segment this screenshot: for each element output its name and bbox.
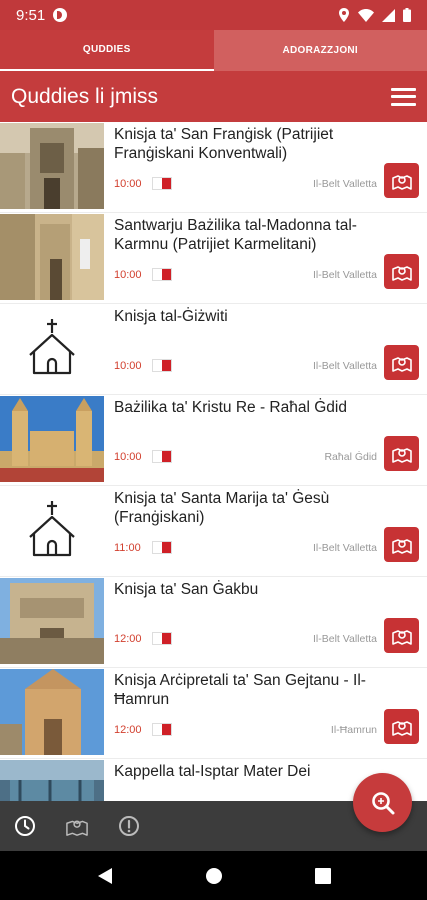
church-placeholder <box>0 487 104 573</box>
map-icon <box>391 174 412 190</box>
info-button[interactable] <box>118 815 140 837</box>
system-navigation-bar <box>0 851 427 900</box>
church-photo <box>0 669 104 755</box>
wifi-icon <box>358 8 374 22</box>
list-item[interactable]: Bażilika ta' Kristu Re - Raħal Ġdid 10:0… <box>0 395 427 485</box>
map-icon <box>391 356 412 372</box>
maltese-flag-icon <box>152 177 172 190</box>
map-icon <box>391 629 412 645</box>
home-icon[interactable] <box>205 867 223 885</box>
church-photo <box>0 214 104 300</box>
map-icon <box>391 538 412 554</box>
church-placeholder <box>0 305 104 391</box>
location-label: Il-Belt Valletta <box>313 269 377 281</box>
church-name: Knisja tal-Ġiżwiti <box>114 308 228 325</box>
location-label: Il-Belt Valletta <box>313 178 377 190</box>
tab-adorazzjoni[interactable]: ADORAZZJONI <box>213 30 427 71</box>
church-photo <box>0 396 104 482</box>
maltese-flag-icon <box>152 268 172 281</box>
church-name: Knisja ta' Santa Marija ta' Ġesù (Franġi… <box>114 490 330 526</box>
map-button[interactable] <box>384 163 419 198</box>
app-bar: Quddies li jmiss <box>0 71 427 122</box>
maltese-flag-icon <box>152 723 172 736</box>
map-view-button[interactable] <box>66 815 88 837</box>
church-name: Knisja ta' San Franġisk (Patrijiet Franġ… <box>114 126 334 162</box>
back-icon[interactable] <box>97 867 113 885</box>
map-button[interactable] <box>384 709 419 744</box>
clock-icon <box>15 816 35 836</box>
list-item[interactable]: Knisja Arċipretali ta' San Gejtanu - Il-… <box>0 668 427 758</box>
location-icon <box>339 8 349 22</box>
church-photo <box>0 123 104 209</box>
map-icon <box>391 447 412 463</box>
status-bar: 9:51 <box>0 0 427 30</box>
clock-button[interactable] <box>14 815 36 837</box>
church-photo <box>0 578 104 664</box>
mass-time: 12:00 <box>114 724 142 736</box>
tab-adorazzjoni-label: ADORAZZJONI <box>282 45 359 56</box>
map-icon <box>391 265 412 281</box>
tab-bar: QUDDIES ADORAZZJONI <box>0 30 427 71</box>
info-icon <box>119 816 139 836</box>
church-name: Santwarju Bażilika tal-Madonna tal-Karmn… <box>114 217 357 253</box>
maltese-flag-icon <box>152 632 172 645</box>
page-title: Quddies li jmiss <box>11 84 159 108</box>
location-label: Il-Belt Valletta <box>313 633 377 645</box>
church-name: Knisja Arċipretali ta' San Gejtanu - Il-… <box>114 672 366 708</box>
church-name: Kappella tal-Isptar Mater Dei <box>114 763 311 780</box>
map-icon <box>66 820 88 836</box>
maltese-flag-icon <box>152 450 172 463</box>
map-button[interactable] <box>384 618 419 653</box>
tab-quddies-label: QUDDIES <box>82 44 131 55</box>
location-label: Il-Belt Valletta <box>313 542 377 554</box>
mass-time: 10:00 <box>114 451 142 463</box>
list-item[interactable]: Knisja ta' Santa Marija ta' Ġesù (Franġi… <box>0 486 427 576</box>
search-map-button[interactable] <box>353 773 412 832</box>
map-icon <box>391 720 412 736</box>
church-name: Knisja ta' San Ġakbu <box>114 581 259 598</box>
menu-icon[interactable] <box>391 87 416 106</box>
list-item[interactable]: Santwarju Bażilika tal-Madonna tal-Karmn… <box>0 213 427 303</box>
map-button[interactable] <box>384 345 419 380</box>
mass-time: 10:00 <box>114 178 142 190</box>
battery-icon <box>403 8 411 22</box>
church-photo <box>0 760 104 801</box>
mass-time: 11:00 <box>114 542 141 554</box>
signal-icon <box>382 8 395 22</box>
map-button[interactable] <box>384 527 419 562</box>
church-icon <box>0 487 104 573</box>
list-item[interactable]: Knisja tal-Ġiżwiti 10:00 Il-Belt Vallett… <box>0 304 427 394</box>
tab-quddies[interactable]: QUDDIES <box>0 30 214 71</box>
mass-time: 10:00 <box>114 269 142 281</box>
status-icons <box>338 8 411 22</box>
location-label: Raħal Ġdid <box>324 451 377 463</box>
location-label: Il-Belt Valletta <box>313 360 377 372</box>
church-name: Bażilika ta' Kristu Re - Raħal Ġdid <box>114 399 347 416</box>
map-button[interactable] <box>384 436 419 471</box>
list-item[interactable]: Knisja ta' San Franġisk (Patrijiet Franġ… <box>0 122 427 212</box>
list-item[interactable]: Knisja ta' San Ġakbu 12:00 Il-Belt Valle… <box>0 577 427 667</box>
notification-app-icon <box>53 8 68 22</box>
status-time: 9:51 <box>16 6 46 24</box>
church-icon <box>0 305 104 391</box>
map-button[interactable] <box>384 254 419 289</box>
search-icon <box>371 791 394 814</box>
location-label: Il-Ħamrun <box>330 724 377 736</box>
mass-time: 12:00 <box>114 633 142 645</box>
recents-icon[interactable] <box>314 867 331 884</box>
maltese-flag-icon <box>152 359 172 372</box>
maltese-flag-icon <box>152 541 172 554</box>
mass-list: Knisja ta' San Franġisk (Patrijiet Franġ… <box>0 122 427 801</box>
mass-time: 10:00 <box>114 360 142 372</box>
